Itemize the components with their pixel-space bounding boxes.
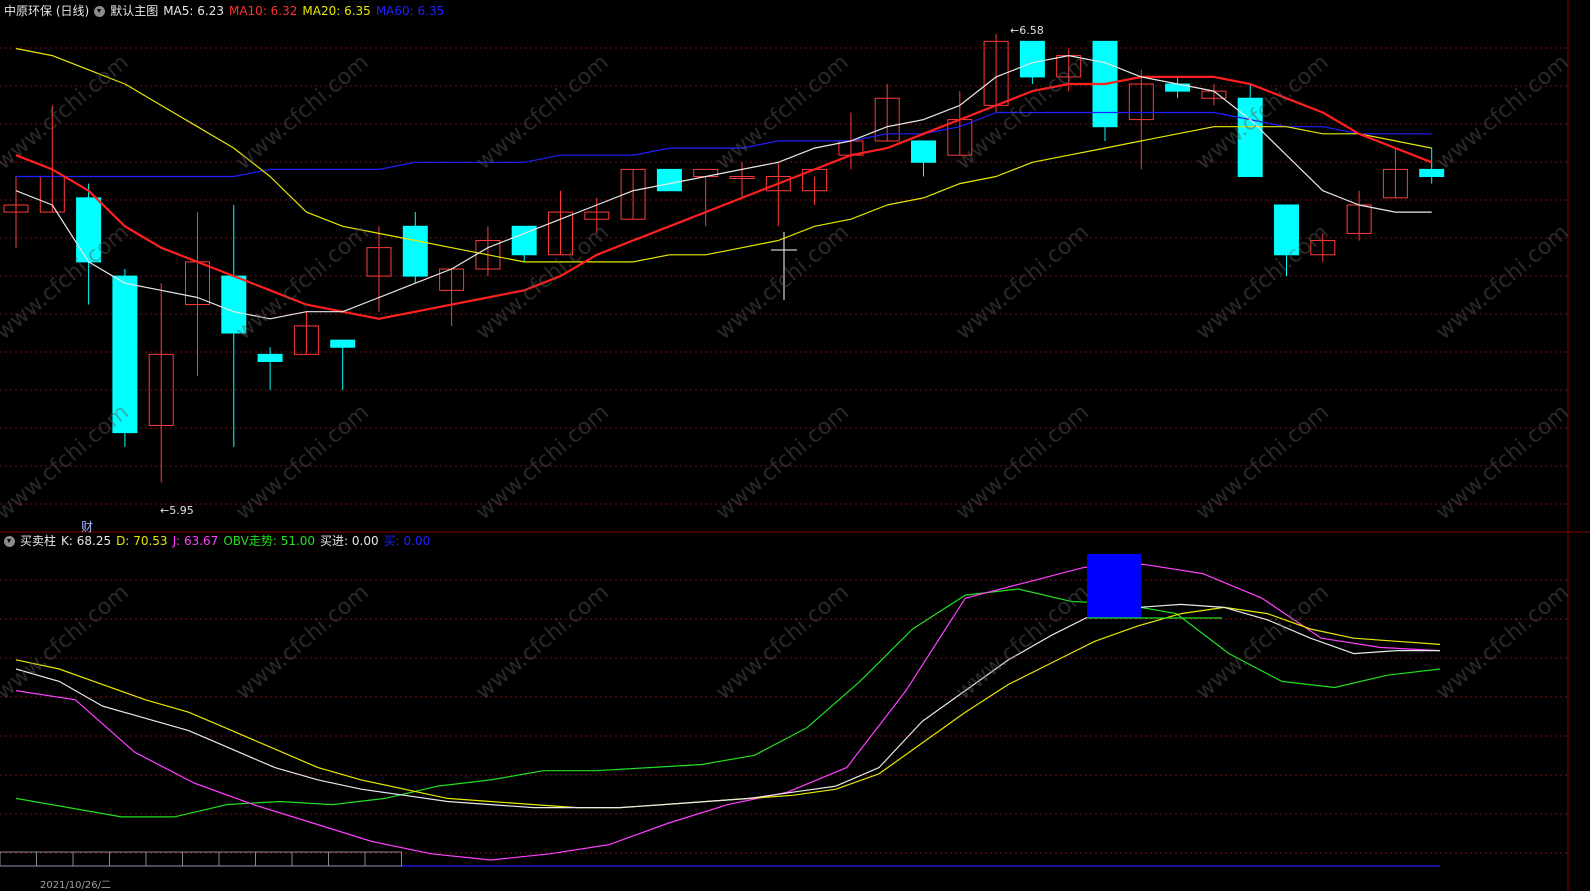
ma20-value: MA20: 6.35 [302, 4, 371, 18]
low-price-label: ←5.95 [160, 504, 194, 517]
volume-box [218, 851, 256, 867]
volume-box [364, 851, 402, 867]
sub-chart-header: 买卖柱 K: 68.25 D: 70.53 J: 63.67 OBV走势: 51… [4, 533, 430, 549]
k-value: K: 68.25 [61, 534, 112, 548]
indicator-dropdown-icon[interactable] [4, 535, 15, 547]
volume-box [0, 851, 37, 867]
buy-value: 买: 0.00 [383, 534, 431, 548]
ma60-value: MA60: 6.35 [375, 4, 445, 18]
candle-down [1419, 168, 1445, 178]
d-value: D: 70.53 [116, 534, 168, 548]
volume-box [72, 851, 110, 867]
volume-box [328, 851, 366, 867]
candle-down [257, 353, 283, 362]
volume-box [182, 851, 220, 867]
volume-box [145, 851, 183, 867]
volume-box [291, 851, 329, 867]
candle-down [1274, 204, 1299, 256]
template-name[interactable]: 默认主图 [110, 3, 158, 19]
cursor-date-label: 2021/10/26/二 [40, 880, 112, 891]
ma5-value: MA5: 6.23 [163, 4, 224, 18]
high-price-label: ←6.58 [1010, 24, 1044, 37]
stock-title: 中原环保 (日线) [4, 4, 90, 18]
candle-down [330, 339, 356, 348]
main-chart-header: 中原环保 (日线) 默认主图 MA5: 6.23 MA10: 6.32 MA20… [4, 3, 444, 19]
candle-down [221, 275, 247, 334]
candle-down [76, 197, 102, 263]
buy-signal-bar [1087, 554, 1141, 618]
template-dropdown-icon[interactable] [94, 5, 106, 17]
stock-chart-window: 中原环保 (日线) 默认主图 MA5: 6.23 MA10: 6.32 MA20… [0, 0, 1590, 891]
volume-box [109, 851, 147, 867]
candle-down [402, 225, 428, 277]
finance-event-marker[interactable]: 财 [81, 518, 93, 535]
ma20-line [15, 47, 1432, 263]
d-line [15, 606, 1441, 809]
j-value: J: 63.67 [172, 534, 219, 548]
candle-down [1237, 97, 1263, 178]
candle-down [112, 275, 138, 434]
candle-down [911, 140, 936, 163]
volume-box [36, 851, 74, 867]
candle-down [656, 168, 682, 192]
ma10-value: MA10: 6.32 [228, 4, 298, 18]
obv-line [15, 588, 1441, 818]
chart-canvas[interactable] [0, 0, 1590, 891]
candle-down [1019, 40, 1045, 78]
obv-value: OBV走势: 51.00 [223, 534, 316, 548]
indicator-name[interactable]: 买卖柱 [20, 533, 56, 549]
buy-in-value: 买进: 0.00 [320, 534, 379, 548]
k-line [15, 603, 1440, 809]
volume-box [255, 851, 293, 867]
